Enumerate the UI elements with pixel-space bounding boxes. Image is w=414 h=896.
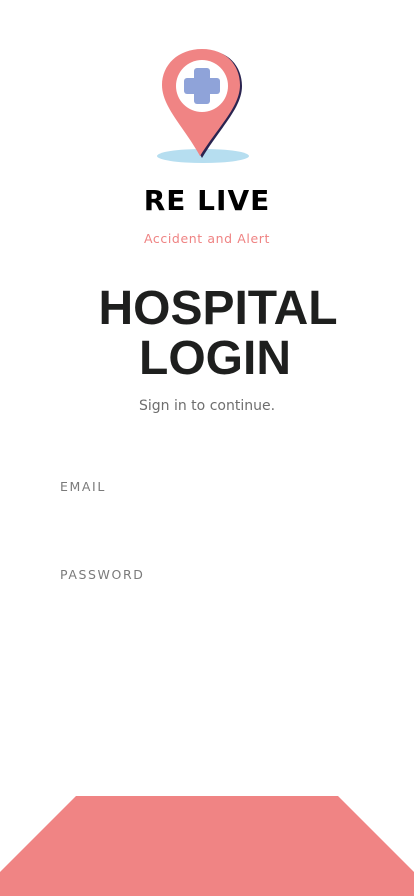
password-label: PASSWORD: [60, 567, 145, 582]
page-title: HOSPITAL LOGIN: [0, 284, 414, 384]
email-label: EMAIL: [60, 479, 106, 494]
app-name: RE LIVE: [143, 184, 271, 217]
login-button-shape: [0, 796, 414, 896]
app-tagline: Accident and Alert: [143, 231, 271, 246]
login-button[interactable]: [0, 796, 414, 896]
app-logo: [150, 46, 254, 166]
sign-in-prompt: Sign in to continue.: [138, 398, 276, 414]
location-pin-medical-cross-icon: [157, 49, 249, 163]
email-field[interactable]: [60, 500, 354, 536]
page-title-line2: LOGIN: [139, 332, 291, 385]
password-field[interactable]: [60, 588, 354, 624]
page-title-line1: HOSPITAL: [98, 282, 338, 335]
